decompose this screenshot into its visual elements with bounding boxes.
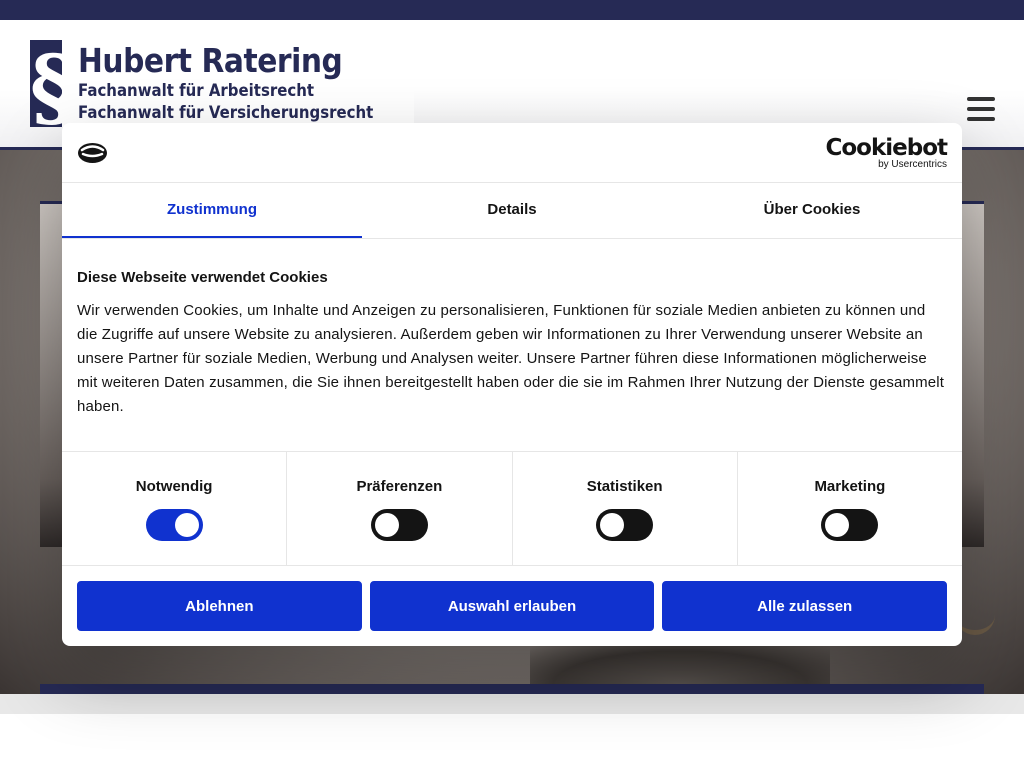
hamburger-menu-icon[interactable] xyxy=(967,97,995,121)
category-marketing: Marketing xyxy=(738,452,962,565)
dialog-buttons: Ablehnen Auswahl erlauben Alle zulassen xyxy=(62,566,962,646)
dialog-title: Diese Webseite verwendet Cookies xyxy=(77,269,328,286)
allow-selection-button[interactable]: Auswahl erlauben xyxy=(369,581,655,631)
menu-line xyxy=(967,107,995,111)
tab-details[interactable]: Details xyxy=(362,183,662,238)
toggle-knob xyxy=(825,513,850,537)
logo-subtitle-2: Fachanwalt für Versicherungsrecht xyxy=(78,103,374,123)
dialog-header: Cookiebot by Usercentrics xyxy=(62,123,962,183)
menu-line xyxy=(967,117,995,121)
toggle-knob xyxy=(374,513,399,537)
paragraph-icon: § xyxy=(30,40,63,127)
menu-line xyxy=(967,97,995,101)
hero-bottom-bar xyxy=(40,684,984,694)
category-statistiken: Statistiken xyxy=(513,452,738,565)
category-label: Präferenzen xyxy=(356,478,443,495)
category-praeferenzen: Präferenzen xyxy=(287,452,513,565)
tab-ueber-cookies[interactable]: Über Cookies xyxy=(662,183,962,238)
statistiken-toggle[interactable] xyxy=(596,509,654,541)
decline-button[interactable]: Ablehnen xyxy=(77,581,362,631)
cookie-consent-dialog: Cookiebot by Usercentrics Zustimmung Det… xyxy=(62,123,962,646)
tab-zustimmung[interactable]: Zustimmung xyxy=(62,183,362,238)
dialog-tabs: Zustimmung Details Über Cookies xyxy=(62,183,962,239)
cookiebot-brand[interactable]: Cookiebot by Usercentrics xyxy=(825,135,948,171)
toggle-knob xyxy=(174,513,199,537)
cookie-consent-logo-icon xyxy=(78,143,107,163)
dialog-text: Wir verwenden Cookies, um Inhalte und An… xyxy=(77,302,945,415)
logo-subtitle-1: Fachanwalt für Arbeitsrecht xyxy=(78,81,315,101)
logo-text: Hubert Ratering Fachanwalt für Arbeitsre… xyxy=(62,40,414,127)
category-notwendig: Notwendig xyxy=(62,452,288,565)
praeferenzen-toggle[interactable] xyxy=(370,509,428,541)
category-label: Notwendig xyxy=(135,478,213,495)
category-label: Marketing xyxy=(814,478,886,495)
site-logo[interactable]: § Hubert Ratering Fachanwalt für Arbeits… xyxy=(30,40,414,127)
category-label: Statistiken xyxy=(586,478,663,495)
logo-name: Hubert Ratering xyxy=(78,41,343,80)
notwendig-toggle[interactable] xyxy=(145,509,203,541)
dialog-body: Diese Webseite verwendet Cookies Wir ver… xyxy=(62,239,962,452)
footer-band xyxy=(0,694,1024,714)
cookiebot-logo: Cookiebot xyxy=(825,135,948,161)
top-bar xyxy=(0,0,1024,20)
allow-all-button[interactable]: Alle zulassen xyxy=(662,581,948,631)
toggle-knob xyxy=(600,513,625,537)
justitia-statue-image xyxy=(530,645,830,685)
marketing-toggle[interactable] xyxy=(821,509,879,541)
consent-categories: Notwendig Präferenzen Statistiken Market… xyxy=(62,452,962,566)
